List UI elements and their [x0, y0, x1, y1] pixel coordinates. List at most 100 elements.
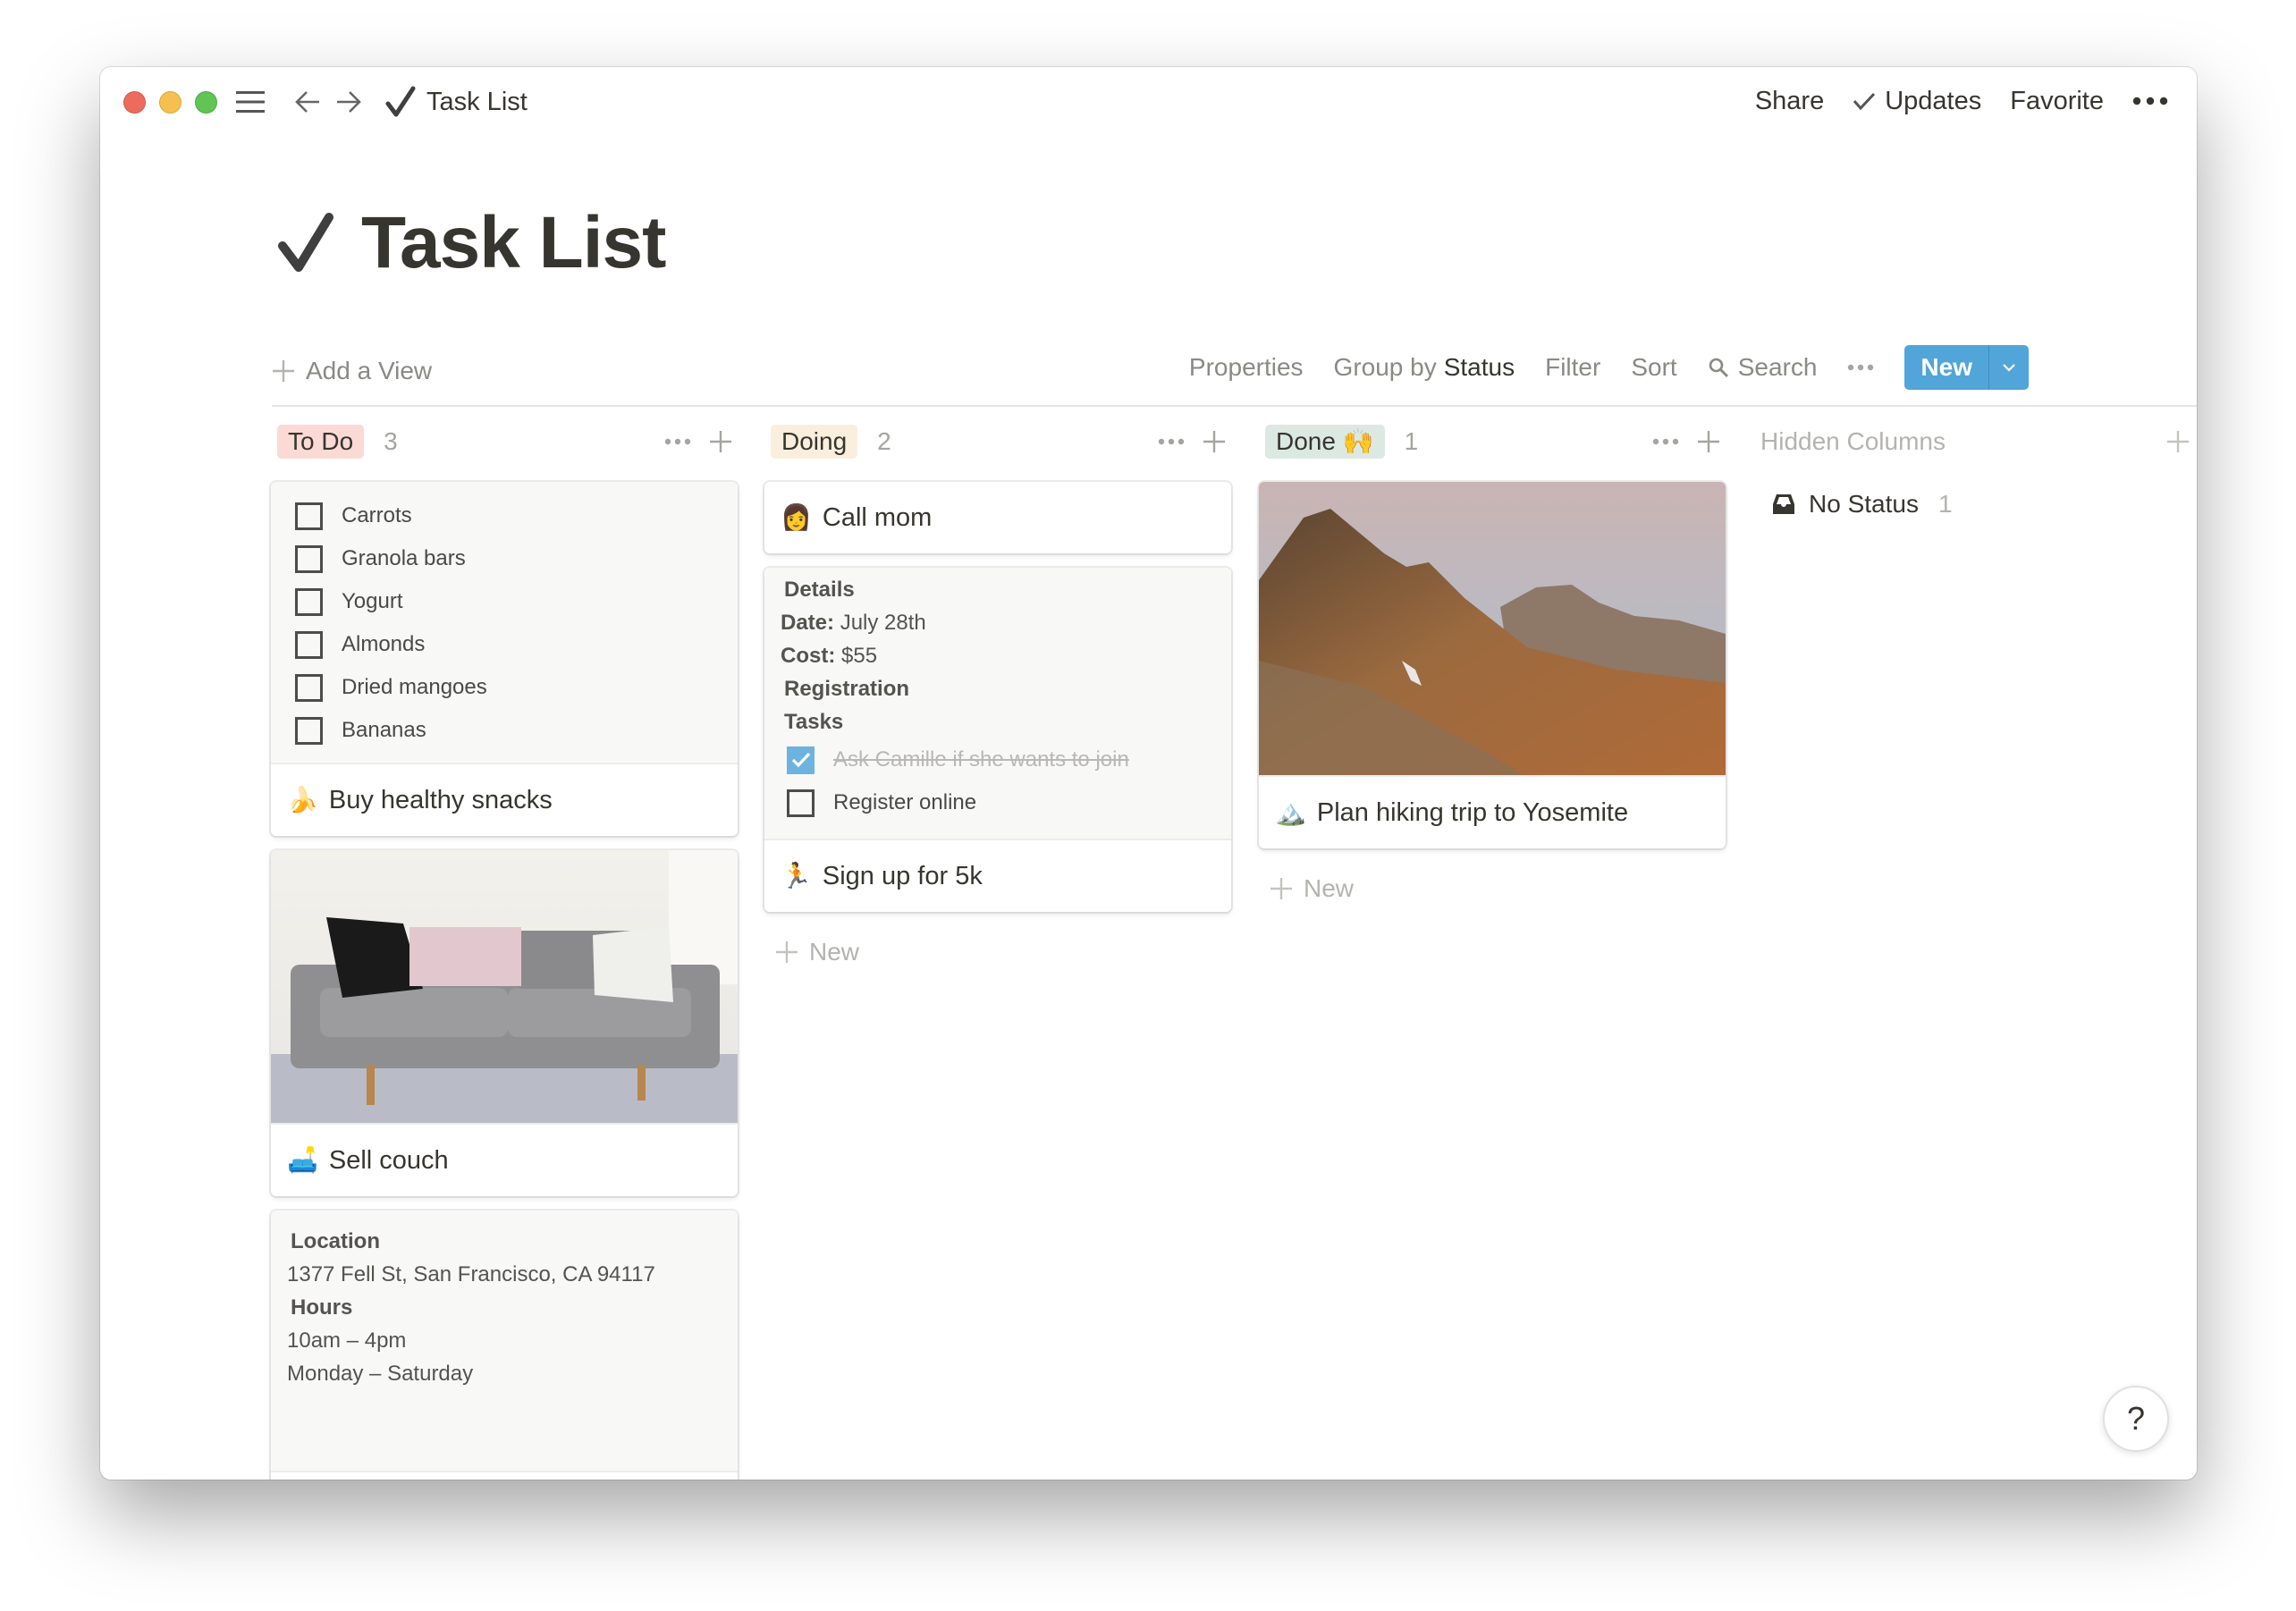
check-icon — [1853, 92, 1876, 111]
checkbox[interactable] — [295, 630, 323, 659]
share-button[interactable]: Share — [1755, 87, 1824, 116]
app-window: Task List Share Updates Favorite Task Li… — [100, 67, 2197, 1480]
more-options-button[interactable] — [2132, 97, 2168, 105]
details-heading: Details — [784, 578, 855, 602]
board-card[interactable]: Location 1377 Fell St, San Francisco, CA… — [271, 1210, 738, 1480]
back-arrow-icon[interactable] — [293, 85, 322, 119]
mountain-cover-image — [1259, 482, 1726, 777]
card-title-row: 🍌 Buy healthy snacks — [271, 764, 738, 836]
plus-icon — [2167, 431, 2189, 452]
card-title-row: 🏔️ Plan hiking trip to Yosemite — [1259, 777, 1726, 848]
sidebar-toggle-icon[interactable] — [234, 85, 266, 119]
checkmark-page-icon — [278, 213, 333, 272]
hours-heading: Hours — [291, 1295, 353, 1320]
search-button[interactable]: Search — [1708, 353, 1817, 382]
hidden-columns-panel: Hidden Columns No Status 1 — [1760, 423, 2197, 525]
status-tag-done[interactable]: Done 🙌 — [1265, 425, 1385, 459]
checkbox[interactable] — [295, 673, 323, 702]
checklist-item-label: Bananas — [342, 718, 426, 742]
location-address: 1377 Fell St, San Francisco, CA 94117 — [287, 1262, 655, 1286]
minimize-window-button[interactable] — [159, 91, 181, 114]
inbox-icon — [1773, 494, 1794, 514]
board-column-doing: Doing 2 👩 Call mom Details Date: July 28… — [764, 423, 1231, 974]
banana-icon: 🍌 — [287, 786, 318, 814]
days-value: Monday – Saturday — [287, 1362, 474, 1386]
checkbox[interactable] — [295, 716, 323, 745]
new-button-group: New — [1904, 345, 2029, 390]
card-details-preview: Details Date: July 28th Cost: $55 Regist… — [764, 568, 1231, 840]
column-count: 3 — [384, 427, 398, 455]
card-title: Buy healthy snacks — [328, 785, 553, 814]
checkbox[interactable] — [295, 502, 323, 530]
page-header: Task List — [277, 201, 666, 285]
board-card[interactable]: Carrots Granola bars Yogurt Almonds Drie… — [271, 482, 738, 836]
zoom-window-button[interactable] — [195, 91, 217, 114]
checklist-item: Dried mangoes — [271, 666, 738, 709]
card-title: Call mom — [822, 502, 933, 532]
column-count: 1 — [1404, 427, 1419, 455]
checkbox[interactable] — [295, 587, 323, 616]
more-horizontal-icon[interactable] — [664, 438, 691, 445]
chevron-down-icon — [2003, 364, 2015, 372]
date-row: Date: July 28th — [764, 606, 1231, 639]
checklist-item: Bananas — [271, 709, 738, 752]
hours-value: 10am – 4pm — [287, 1328, 407, 1353]
plus-icon — [273, 360, 294, 382]
check-icon — [791, 752, 810, 768]
board-card[interactable]: 🏔️ Plan hiking trip to Yosemite — [1259, 482, 1726, 848]
hidden-group-no-status[interactable]: No Status 1 — [1760, 484, 2197, 525]
checkbox[interactable] — [787, 789, 815, 817]
task-item: Ask Camille if she wants to join — [764, 738, 1231, 781]
close-window-button[interactable] — [123, 91, 146, 114]
checkmark-page-icon — [384, 85, 417, 119]
plus-icon[interactable] — [1697, 430, 1720, 453]
properties-button[interactable]: Properties — [1189, 353, 1304, 382]
checklist-item: Almonds — [271, 623, 738, 666]
forward-arrow-icon[interactable] — [334, 85, 363, 119]
column-header: Doing 2 — [764, 423, 1231, 460]
raised-hands-icon: 🙌 — [1342, 427, 1374, 455]
task-item: Register online — [764, 781, 1231, 824]
favorite-button[interactable]: Favorite — [2010, 87, 2104, 116]
new-button[interactable]: New — [1904, 345, 1989, 390]
status-tag-doing[interactable]: Doing — [771, 425, 858, 459]
card-properties-preview: Location 1377 Fell St, San Francisco, CA… — [271, 1210, 738, 1472]
help-button[interactable]: ? — [2103, 1386, 2169, 1452]
more-horizontal-icon[interactable] — [1652, 438, 1679, 445]
plus-icon[interactable] — [709, 430, 732, 453]
card-title: Sell couch — [328, 1145, 449, 1175]
add-view-button[interactable]: Add a View — [272, 353, 432, 389]
more-horizontal-icon — [2132, 97, 2168, 105]
properties-label: Properties — [1188, 353, 1304, 381]
board-card[interactable]: 👩 Call mom — [764, 482, 1231, 553]
board-card[interactable]: 🛋️ Sell couch — [271, 850, 738, 1196]
add-group-button[interactable] — [2166, 423, 2190, 460]
group-by-button[interactable]: Group by Status — [1334, 353, 1515, 382]
column-header: Done 🙌 1 — [1259, 423, 1726, 460]
task-label: Register online — [833, 790, 977, 814]
add-card-button[interactable]: New — [1259, 866, 1726, 911]
new-dropdown-button[interactable] — [1989, 345, 2029, 390]
sort-button[interactable]: Sort — [1631, 353, 1676, 382]
add-card-button[interactable]: New — [764, 930, 1231, 974]
view-toolbar: Add a View Properties Group by Status Fi… — [272, 335, 2197, 407]
date-label: Date: — [781, 611, 835, 635]
more-horizontal-icon[interactable] — [1158, 438, 1185, 445]
group-by-label: Group by — [1333, 353, 1437, 381]
status-tag-todo[interactable]: To Do — [277, 425, 365, 459]
checkbox[interactable] — [295, 544, 323, 573]
group-by-value: Status — [1443, 353, 1515, 381]
plus-icon[interactable] — [1203, 430, 1226, 453]
cost-row: Cost: $55 — [764, 639, 1231, 672]
task-label: Ask Camille if she wants to join — [833, 747, 1129, 772]
checkbox-checked[interactable] — [787, 746, 815, 774]
breadcrumb-page-title[interactable]: Task List — [426, 85, 528, 119]
view-more-button[interactable] — [1847, 364, 1874, 371]
board-card[interactable]: Details Date: July 28th Cost: $55 Regist… — [764, 568, 1231, 912]
updates-button[interactable]: Updates — [1853, 87, 1981, 116]
status-tag-label: Done — [1276, 427, 1336, 455]
board-column-todo: To Do 3 Carrots Granola bars Yogurt Almo… — [271, 423, 738, 1480]
card-checklist-preview: Carrots Granola bars Yogurt Almonds Drie… — [271, 482, 738, 764]
filter-button[interactable]: Filter — [1545, 353, 1600, 382]
checklist-item-label: Granola bars — [342, 546, 466, 570]
